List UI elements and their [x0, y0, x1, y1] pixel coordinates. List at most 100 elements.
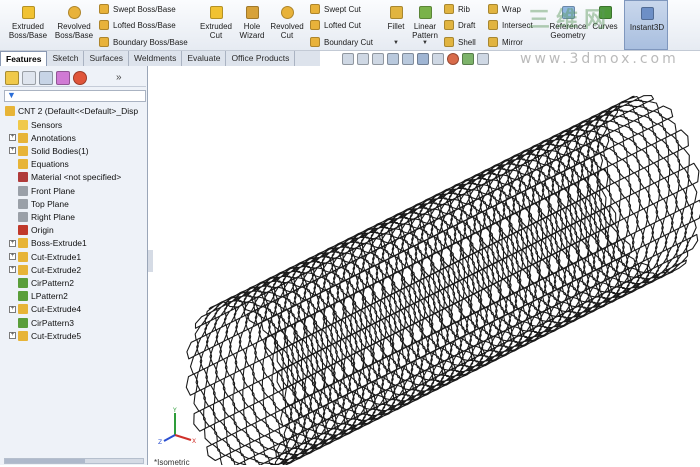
extruded-cut-label: Extruded Cut	[199, 22, 233, 40]
tree-item[interactable]: CirPattern2	[9, 276, 74, 289]
lofted-boss-icon	[99, 20, 109, 30]
hole-wizard-icon	[245, 6, 259, 19]
hide-show-icon[interactable]	[432, 53, 444, 65]
tab-surfaces[interactable]: Surfaces	[84, 51, 129, 66]
property-manager-icon[interactable]	[22, 70, 36, 85]
edit-appearance-icon[interactable]	[447, 53, 459, 65]
extruded-boss-button[interactable]: Extruded Boss/Base	[6, 6, 50, 40]
extruded-cut-button[interactable]: Extruded Cut	[196, 6, 236, 40]
command-tabs: Features Sketch Surfaces Weldments Evalu…	[0, 51, 320, 66]
tree-item[interactable]: + Cut-Extrude5	[9, 329, 81, 342]
tree-item[interactable]: + Cut-Extrude2	[9, 263, 81, 276]
expand-toggle-icon[interactable]: +	[9, 266, 16, 274]
feature-filter-field[interactable]: ▼	[4, 90, 146, 102]
tree-item[interactable]: CirPattern3	[9, 316, 74, 329]
draft-button[interactable]: Draft	[444, 20, 475, 30]
pattern-dropdown-icon[interactable]: ▼	[422, 40, 428, 46]
tree-horizontal-scrollbar[interactable]	[4, 458, 144, 464]
boundary-boss-button[interactable]: Boundary Boss/Base	[99, 37, 188, 47]
feature-manager-icon[interactable]	[5, 70, 19, 85]
fillet-button[interactable]: Fillet	[384, 6, 408, 31]
revolved-cut-button[interactable]: Revolved Cut	[268, 6, 306, 40]
tab-sketch[interactable]: Sketch	[47, 51, 85, 66]
material-icon	[18, 172, 28, 183]
tab-features[interactable]: Features	[0, 51, 48, 66]
expand-panel-arrow[interactable]: »	[116, 72, 122, 83]
nanotube-lattice[interactable]	[185, 94, 700, 466]
circular-pattern-icon	[18, 317, 28, 328]
rib-button[interactable]: Rib	[444, 4, 470, 14]
wrap-icon	[488, 4, 498, 14]
expand-toggle-icon[interactable]: +	[9, 134, 16, 142]
tree-item[interactable]: Origin	[9, 224, 54, 237]
nanotube-model[interactable]	[185, 94, 700, 466]
tree-item[interactable]: Sensors	[9, 118, 62, 131]
hole-wizard-button[interactable]: Hole Wizard	[236, 6, 268, 40]
lofted-cut-button[interactable]: Lofted Cut	[310, 20, 361, 30]
view-settings-icon[interactable]	[477, 53, 489, 65]
tree-item[interactable]: + Boss-Extrude1	[9, 237, 87, 250]
tree-item[interactable]: + Solid Bodies(1)	[9, 144, 89, 157]
expand-toggle-icon[interactable]: +	[9, 305, 16, 313]
tree-item[interactable]: + Cut-Extrude4	[9, 303, 81, 316]
tree-item[interactable]: Right Plane	[9, 210, 75, 223]
orientation-triad: Y X Z	[158, 407, 196, 446]
shell-button[interactable]: Shell	[444, 37, 476, 47]
boundary-cut-label: Boundary Cut	[324, 37, 373, 47]
display-style-icon[interactable]	[417, 53, 429, 65]
rib-icon	[444, 4, 454, 14]
swept-boss-button[interactable]: Swept Boss/Base	[99, 4, 176, 14]
tree-item[interactable]: Front Plane	[9, 184, 75, 197]
tab-office-products[interactable]: Office Products	[226, 51, 296, 66]
revolved-boss-button[interactable]: Revolved Boss/Base	[52, 6, 96, 40]
configuration-manager-icon[interactable]	[39, 70, 53, 85]
tree-item[interactable]: + Cut-Extrude1	[9, 250, 81, 263]
tab-weldments[interactable]: Weldments	[129, 51, 183, 66]
tree-item-label: Equations	[31, 159, 69, 170]
tree-item[interactable]: + Annotations	[9, 131, 76, 144]
instant3d-label: Instant3D	[629, 23, 665, 32]
wrap-label: Wrap	[502, 4, 521, 14]
tree-root-part[interactable]: CNT 2 (Default<<Default>_Disp	[5, 104, 138, 117]
tree-item-label: Material <not specified>	[31, 172, 122, 183]
watermark-logo: 三维网	[528, 7, 613, 33]
dimxpert-icon[interactable]	[56, 70, 70, 85]
expand-toggle-icon[interactable]: +	[9, 332, 16, 340]
shell-icon	[444, 37, 454, 47]
zoom-to-fit-icon[interactable]	[342, 53, 354, 65]
instant3d-button[interactable]: Instant3D	[624, 0, 668, 50]
boundary-cut-button[interactable]: Boundary Cut	[310, 37, 373, 47]
tree-item[interactable]: Top Plane	[9, 197, 69, 210]
tree-item[interactable]: Equations	[9, 158, 69, 171]
graphics-viewport[interactable]	[149, 66, 700, 465]
expand-toggle-icon[interactable]: +	[9, 239, 16, 247]
tree-item[interactable]: LPattern2	[9, 290, 68, 303]
fillet-dropdown-icon[interactable]: ▼	[393, 40, 399, 46]
tree-item-label: Cut-Extrude2	[31, 264, 82, 275]
display-manager-icon[interactable]	[73, 70, 87, 85]
expand-toggle-icon[interactable]: +	[9, 147, 16, 155]
linear-pattern-button[interactable]: Linear Pattern	[410, 6, 440, 40]
cut-extrude-icon	[18, 330, 28, 341]
tree-item-label: Top Plane	[31, 198, 69, 209]
zoom-area-icon[interactable]	[357, 53, 369, 65]
expand-toggle-icon[interactable]: +	[9, 253, 16, 260]
section-view-icon[interactable]	[387, 53, 399, 65]
wrap-button[interactable]: Wrap	[488, 4, 521, 14]
tree-item[interactable]: Material <not specified>	[9, 171, 121, 184]
view-name-label: *Isometric	[154, 458, 190, 467]
apply-scene-icon[interactable]	[462, 53, 474, 65]
view-orientation-icon[interactable]	[402, 53, 414, 65]
swept-cut-icon	[310, 4, 320, 14]
boundary-boss-icon	[99, 37, 109, 47]
plane-icon	[18, 185, 28, 196]
mirror-button[interactable]: Mirror	[488, 37, 523, 47]
previous-view-icon[interactable]	[372, 53, 384, 65]
scrollbar-thumb[interactable]	[5, 459, 85, 463]
swept-cut-button[interactable]: Swept Cut	[310, 4, 361, 14]
tab-evaluate[interactable]: Evaluate	[182, 51, 227, 66]
lofted-boss-button[interactable]: Lofted Boss/Base	[99, 20, 176, 30]
intersect-button[interactable]: Intersect	[488, 20, 533, 30]
